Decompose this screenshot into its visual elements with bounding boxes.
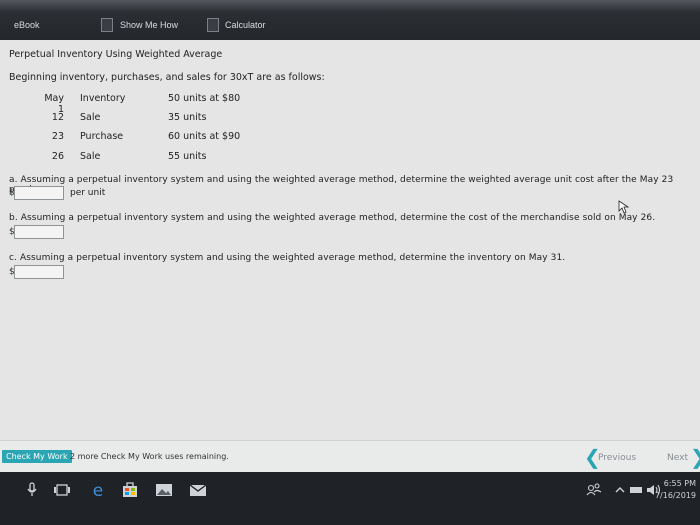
check-my-work-button[interactable]: Check My Work bbox=[2, 450, 72, 463]
transaction-type: Inventory bbox=[80, 93, 126, 104]
clock-date: 7/16/2019 bbox=[654, 491, 696, 500]
page-title: Perpetual Inventory Using Weighted Avera… bbox=[9, 49, 223, 60]
previous-button[interactable]: Previous bbox=[598, 453, 636, 463]
transaction-detail: 50 units at $80 bbox=[168, 93, 241, 104]
top-toolbar: eBook Show Me How Calculator bbox=[0, 0, 700, 40]
transaction-date: 26 bbox=[51, 151, 64, 162]
question-c-text: c. Assuming a perpetual inventory system… bbox=[9, 253, 566, 263]
question-a-text: a. Assuming a perpetual inventory system… bbox=[9, 175, 674, 195]
people-icon[interactable] bbox=[582, 480, 606, 500]
transaction-detail: 55 units bbox=[168, 151, 207, 162]
svg-text:e: e bbox=[93, 481, 103, 500]
ebook-link[interactable]: eBook bbox=[14, 20, 40, 30]
transaction-type: Sale bbox=[80, 151, 101, 162]
store-icon[interactable] bbox=[118, 480, 142, 500]
transaction-type: Sale bbox=[80, 112, 101, 123]
task-view-icon[interactable] bbox=[50, 480, 74, 500]
check-remaining-text: 2 more Check My Work uses remaining. bbox=[70, 452, 229, 461]
question-a-answer-input[interactable] bbox=[14, 186, 64, 200]
edge-browser-icon[interactable]: e bbox=[86, 480, 110, 500]
transaction-detail: 35 units bbox=[168, 112, 207, 123]
show-me-how-link[interactable]: Show Me How bbox=[120, 20, 178, 30]
next-button[interactable]: Next bbox=[667, 453, 688, 463]
clock-time: 6:55 PM bbox=[663, 479, 696, 488]
question-b-text: b. Assuming a perpetual inventory system… bbox=[9, 213, 656, 223]
question-a-unit-label: per unit bbox=[70, 188, 106, 198]
microphone-icon[interactable] bbox=[20, 480, 44, 500]
transaction-type: Purchase bbox=[80, 131, 124, 142]
mouse-cursor-icon bbox=[618, 200, 630, 214]
calculator-icon bbox=[207, 18, 219, 32]
system-clock[interactable]: 6:55 PM 7/16/2019 bbox=[655, 478, 696, 502]
transaction-detail: 60 units at $90 bbox=[168, 131, 241, 142]
question-panel: Perpetual Inventory Using Weighted Avera… bbox=[0, 40, 700, 440]
question-b-answer-input[interactable] bbox=[14, 225, 64, 239]
photos-icon[interactable] bbox=[152, 480, 176, 500]
show-me-how-icon bbox=[101, 18, 113, 32]
transaction-date: 23 bbox=[51, 131, 64, 142]
intro-text: Beginning inventory, purchases, and sale… bbox=[9, 72, 325, 83]
footer-bar: Check My Work 2 more Check My Work uses … bbox=[0, 440, 700, 473]
taskbar: e 6:55 PM 7/16/2019 bbox=[0, 472, 700, 525]
mail-icon[interactable] bbox=[186, 480, 210, 500]
question-c-answer-input[interactable] bbox=[14, 265, 64, 279]
next-chevron-icon[interactable]: ❯ bbox=[690, 447, 700, 467]
transaction-date: 12 bbox=[51, 112, 64, 123]
calculator-link[interactable]: Calculator bbox=[225, 20, 266, 30]
